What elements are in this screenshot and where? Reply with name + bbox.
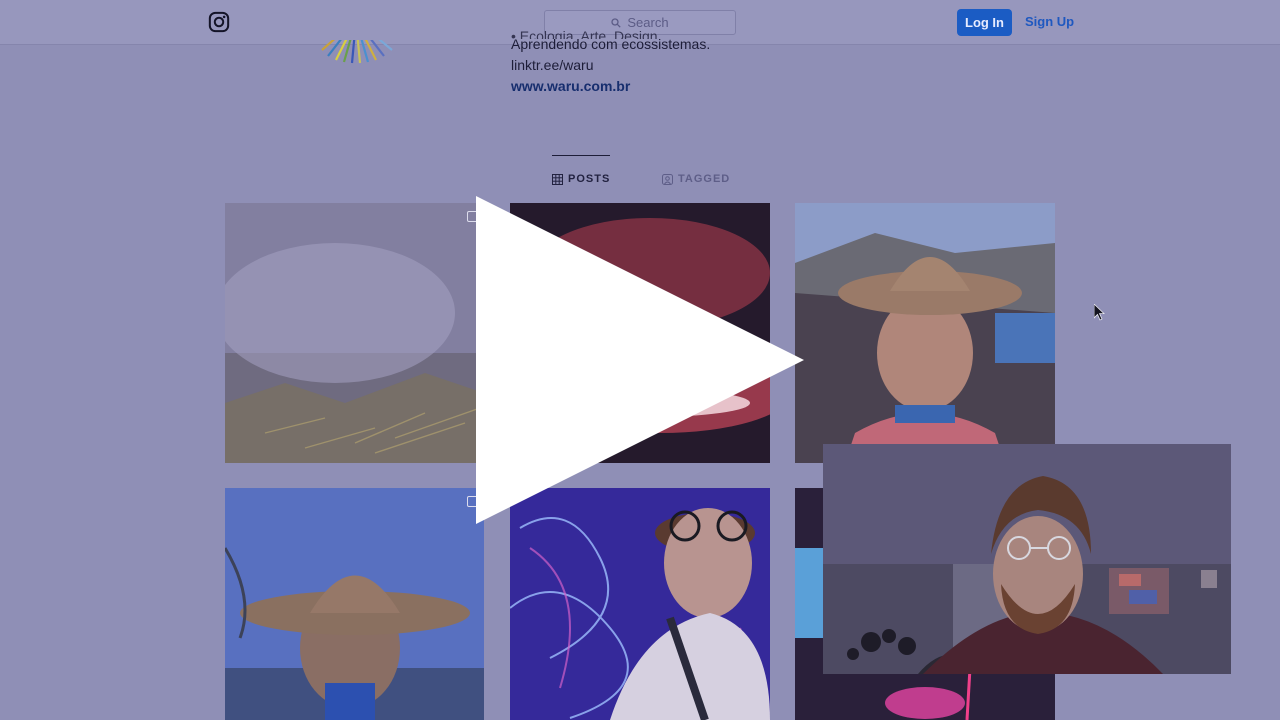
instagram-icon[interactable]: [208, 11, 230, 33]
tab-tagged-label: TAGGED: [678, 173, 731, 185]
tab-posts[interactable]: POSTS: [552, 173, 610, 185]
post-thumbnail[interactable]: [225, 488, 484, 720]
mouse-cursor-icon: [1094, 304, 1105, 321]
play-icon[interactable]: [476, 196, 806, 526]
active-tab-indicator: [552, 155, 610, 156]
sign-up-link[interactable]: Sign Up: [1025, 14, 1074, 29]
website-link[interactable]: www.waru.com.br: [511, 78, 630, 94]
post-thumbnail[interactable]: [225, 203, 484, 463]
tab-posts-label: POSTS: [568, 173, 611, 185]
tab-tagged[interactable]: TAGGED: [662, 173, 730, 185]
profile-avatar[interactable]: [310, 40, 402, 66]
tag-icon: [662, 173, 673, 185]
profile-bio: • Ecologia. Arte. Design. Aprendendo com…: [511, 28, 710, 97]
bio-line-partial: • Ecologia. Arte. Design.: [511, 28, 662, 39]
log-in-button[interactable]: Log In: [957, 9, 1012, 36]
webcam-video-overlay[interactable]: [823, 444, 1231, 674]
bio-link-text: linktr.ee/waru: [511, 57, 594, 73]
post-thumbnail[interactable]: [795, 203, 1055, 463]
instagram-profile-page: Search Log In Sign Up • Ecologia. Arte. …: [0, 0, 1280, 720]
grid-icon: [552, 173, 563, 185]
